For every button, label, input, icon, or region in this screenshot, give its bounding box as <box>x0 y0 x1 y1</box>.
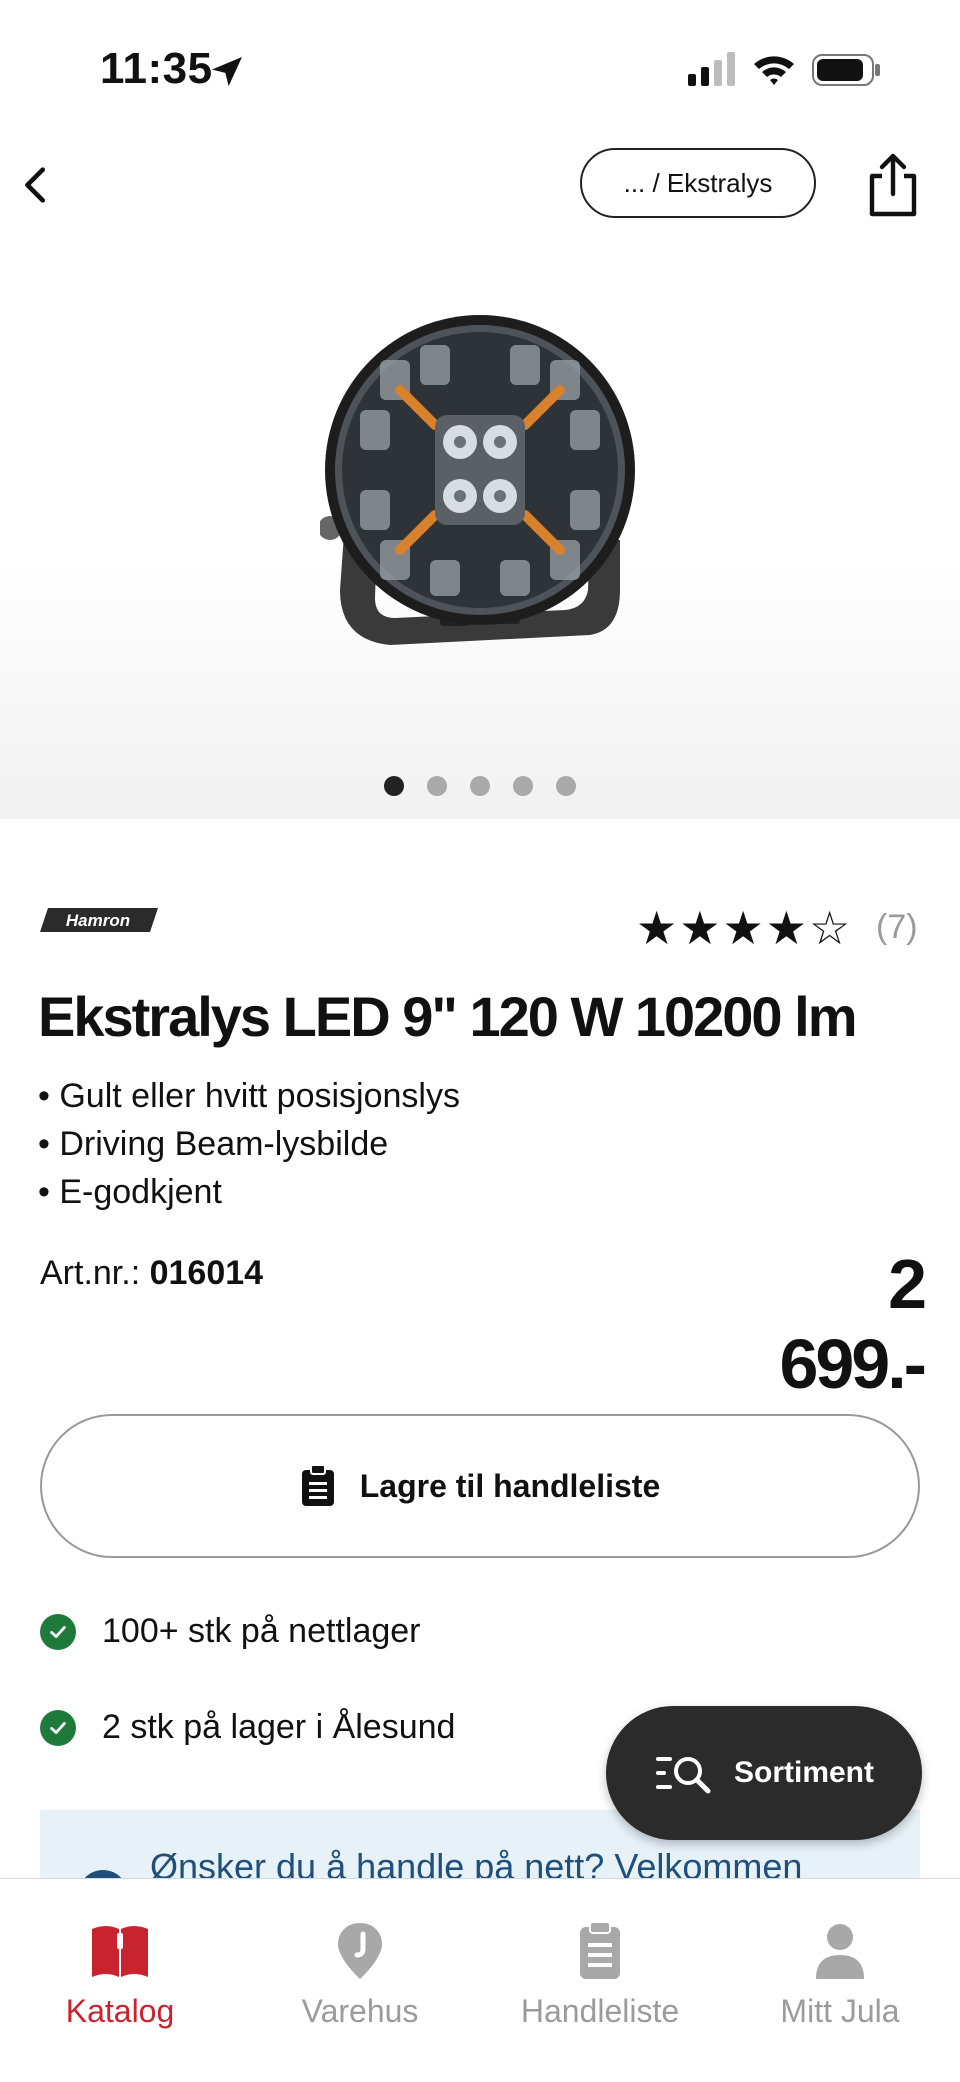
pagination-dot[interactable] <box>427 776 447 796</box>
feature-item: Gult eller hvitt posisjonslys <box>38 1072 460 1120</box>
article-number: Art.nr.: 016014 <box>40 1254 263 1293</box>
pagination-dot[interactable] <box>384 776 404 796</box>
sortiment-label: Sortiment <box>733 1756 874 1789</box>
battery-icon <box>812 54 880 86</box>
save-to-list-button[interactable]: Lagre til handleliste <box>40 1414 920 1558</box>
stock-online-text: 100+ stk på nettlager <box>102 1612 421 1650</box>
star-empty-icon: ☆ <box>809 902 853 954</box>
pagination-dot[interactable] <box>470 776 490 796</box>
feature-list: Gult eller hvitt posisjonslys Driving Be… <box>38 1072 460 1216</box>
wifi-icon <box>754 56 794 85</box>
map-pin-icon <box>338 1923 382 1979</box>
status-time: 11:35 <box>100 44 213 93</box>
check-circle-icon <box>40 1613 76 1650</box>
breadcrumb[interactable]: ... / Ekstralys <box>580 148 816 218</box>
star-filled-icon: ★ <box>636 902 680 954</box>
star-filled-icon: ★ <box>679 902 723 954</box>
check-circle-icon <box>40 1709 76 1746</box>
person-icon <box>816 1924 864 1979</box>
article-number-label: Art.nr.: <box>40 1254 141 1292</box>
brand-logo[interactable]: Hamron <box>38 906 160 934</box>
clipboard-icon <box>580 1921 620 1979</box>
pagination-dot[interactable] <box>513 776 533 796</box>
clipboard-icon <box>301 1464 334 1506</box>
product-title: Ekstralys LED 9" 120 W 10200 lm <box>38 985 857 1048</box>
article-number-value: 016014 <box>149 1254 264 1292</box>
gallery-pagination <box>384 776 576 796</box>
pagination-dot[interactable] <box>556 776 576 796</box>
tab-katalog[interactable]: Katalog <box>0 1919 240 2030</box>
star-filled-icon: ★ <box>722 902 766 954</box>
tab-label: Handleliste <box>520 1993 680 2029</box>
stock-store[interactable]: 2 stk på lager i Ålesund <box>40 1708 455 1747</box>
tab-handleliste[interactable]: Handleliste <box>480 1919 720 2030</box>
stock-store-text: 2 stk på lager i Ålesund <box>102 1708 456 1746</box>
star-filled-icon: ★ <box>765 902 809 954</box>
location-arrow-icon <box>212 57 242 87</box>
feature-item: Driving Beam-lysbilde <box>38 1120 460 1168</box>
svg-text:Hamron: Hamron <box>66 911 130 930</box>
back-chevron-icon[interactable] <box>14 162 60 208</box>
tab-bar: Katalog Varehus Handleliste Mitt Jula <box>0 1878 960 2082</box>
book-icon <box>92 1926 148 1977</box>
tab-label: Katalog <box>65 1993 175 2029</box>
stock-online: 100+ stk på nettlager <box>40 1612 421 1651</box>
share-icon[interactable] <box>864 152 922 218</box>
tab-label: Mitt Jula <box>780 1993 900 2029</box>
list-search-icon <box>655 1757 711 1794</box>
product-price: 2 699.- <box>779 1245 927 1403</box>
tab-mitt-jula[interactable]: Mitt Jula <box>720 1919 960 2030</box>
rating-stars[interactable]: ★★★★☆ <box>636 902 852 954</box>
sortiment-button[interactable]: Sortiment <box>606 1706 922 1840</box>
product-image[interactable] <box>320 290 640 670</box>
save-button-label: Lagre til handleliste <box>359 1467 661 1504</box>
review-count[interactable]: (7) <box>876 908 918 947</box>
tab-varehus[interactable]: Varehus <box>240 1919 480 2030</box>
feature-item: E-godkjent <box>38 1168 460 1216</box>
cellular-signal-icon <box>688 52 735 86</box>
tab-label: Varehus <box>301 1993 419 2029</box>
